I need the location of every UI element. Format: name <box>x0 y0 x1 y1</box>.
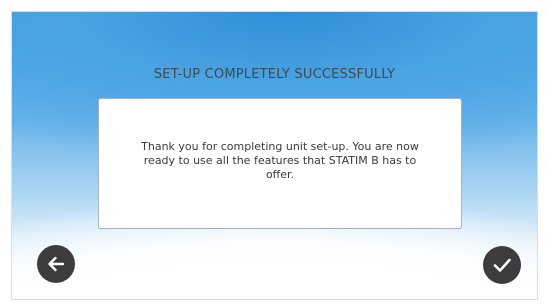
device-frame: SET-UP COMPLETELY SUCCESSFULLY Thank you… <box>0 0 548 305</box>
back-button[interactable] <box>37 245 75 283</box>
checkmark-icon <box>493 258 511 272</box>
arrow-left-icon <box>48 256 65 272</box>
setup-complete-screen: SET-UP COMPLETELY SUCCESSFULLY Thank you… <box>11 11 538 300</box>
message-box: Thank you for completing unit set-up. Yo… <box>98 98 462 229</box>
confirm-button[interactable] <box>483 246 521 284</box>
completion-message: Thank you for completing unit set-up. Yo… <box>141 139 419 181</box>
screen-title: SET-UP COMPLETELY SUCCESSFULLY <box>153 67 396 82</box>
